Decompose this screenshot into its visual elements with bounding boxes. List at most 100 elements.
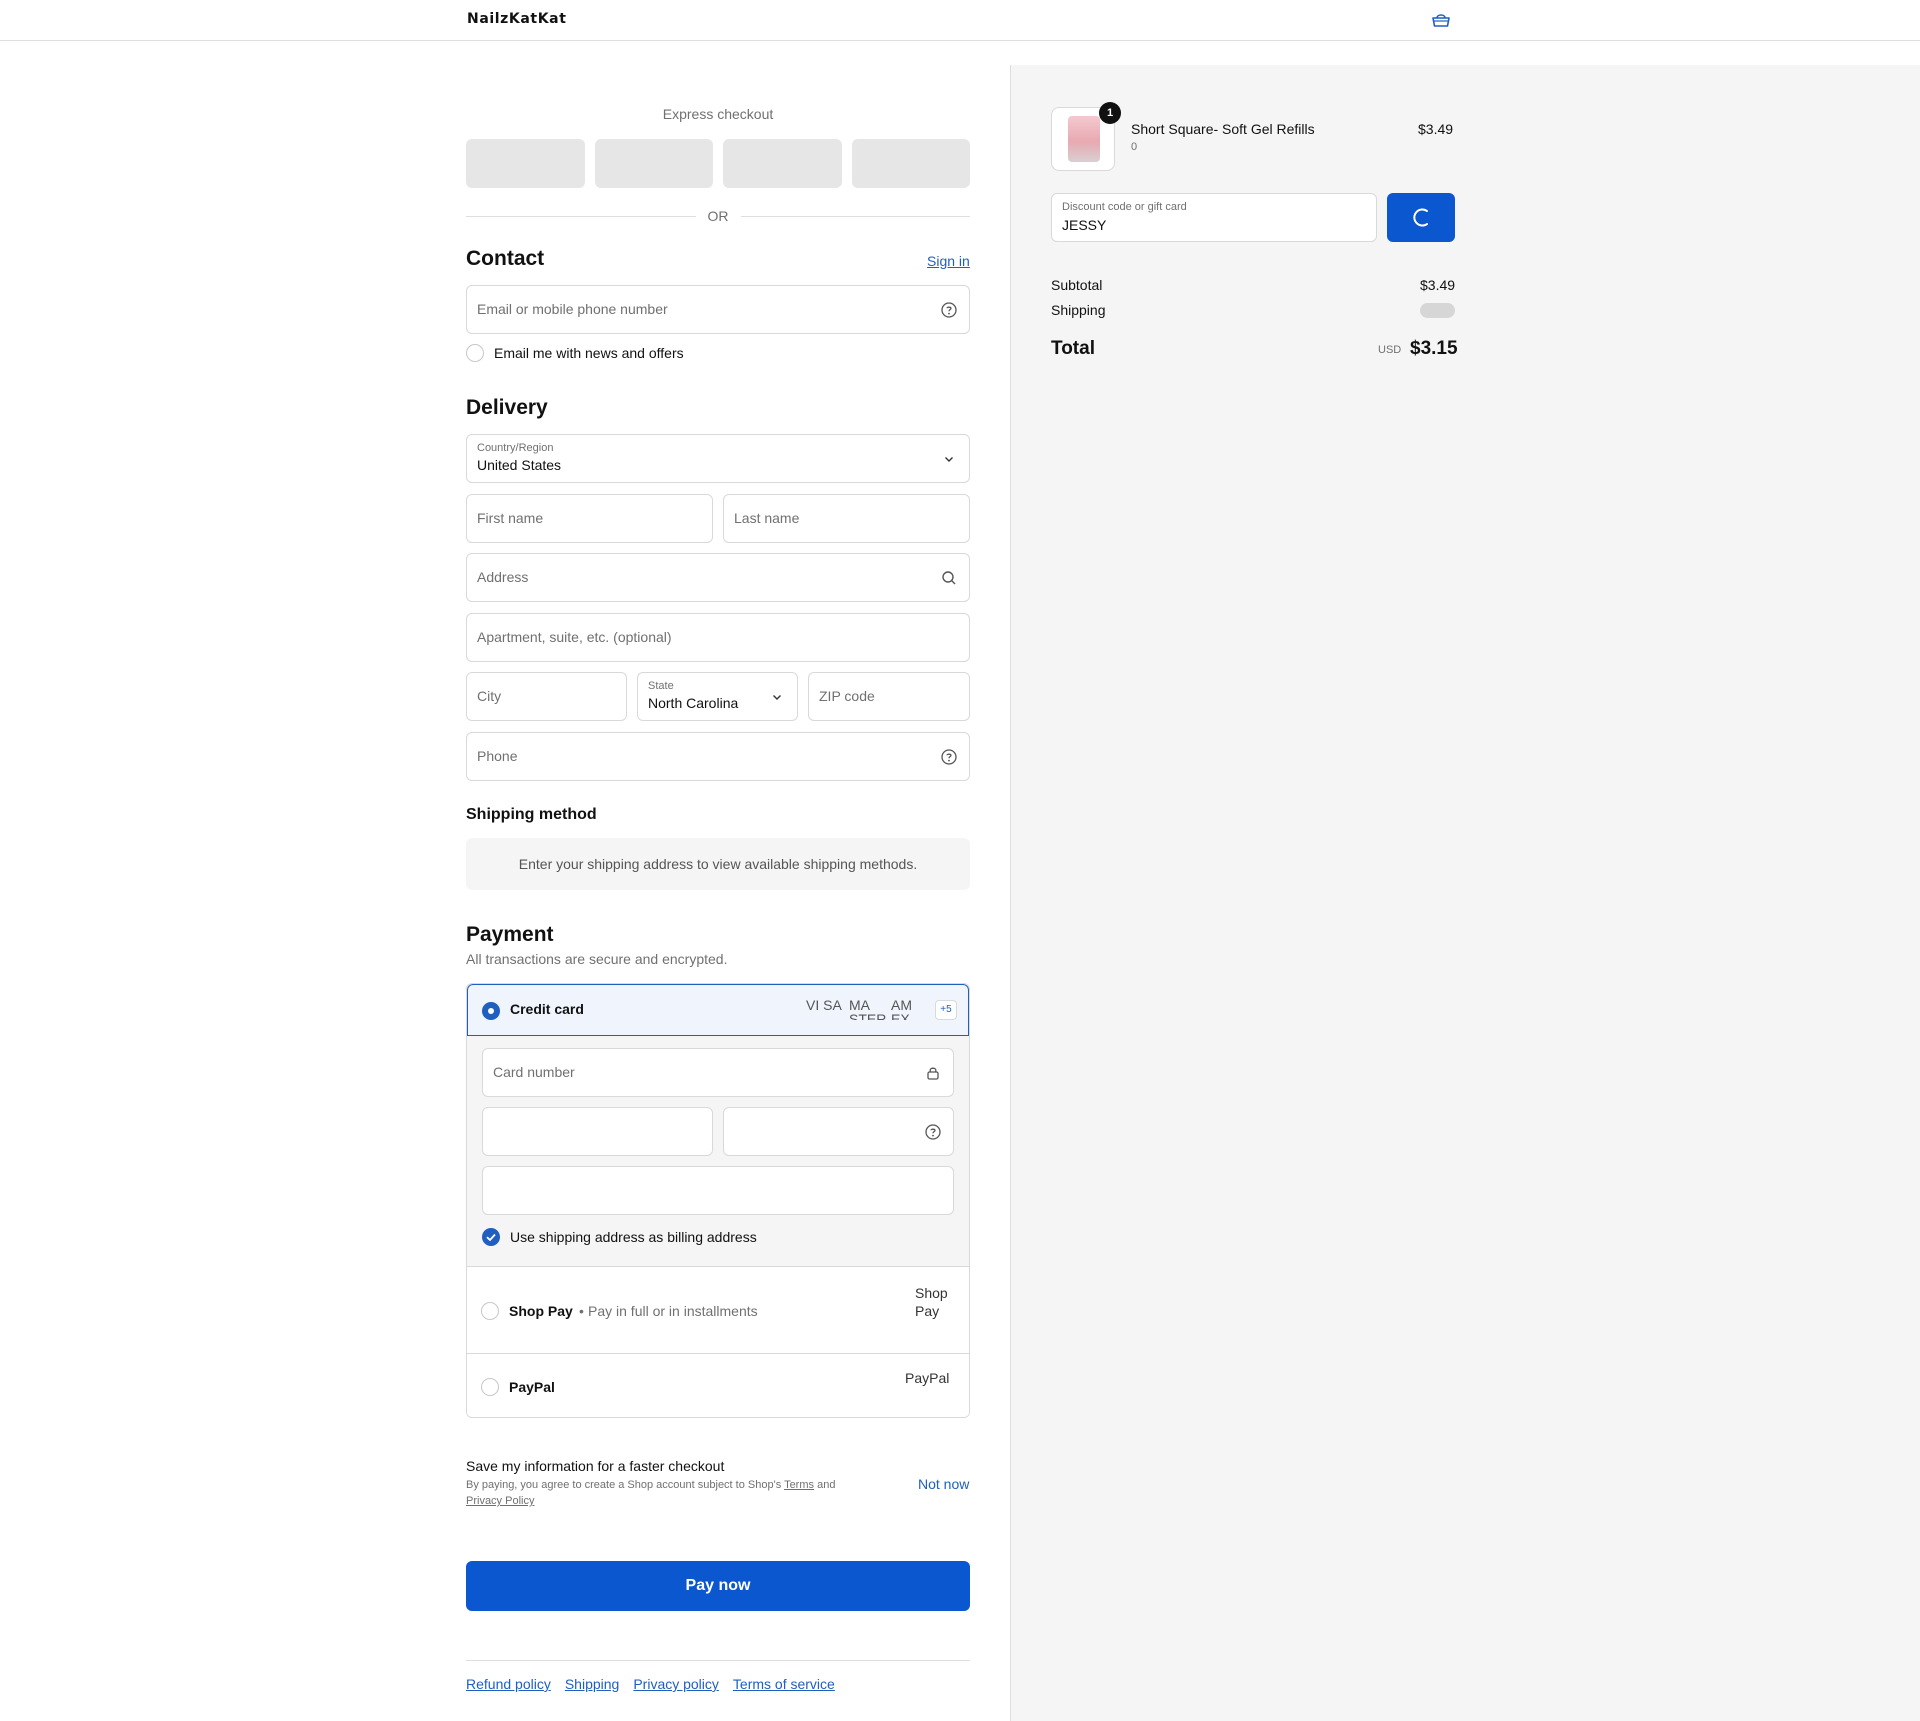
delivery-heading: Delivery (466, 396, 548, 419)
news-label: Email me with news and offers (494, 345, 684, 361)
footer-links: Refund policy Shipping Privacy policy Te… (466, 1676, 835, 1692)
paypal-radio[interactable] (481, 1378, 499, 1396)
express-button-4[interactable] (851, 139, 970, 188)
product-image (1068, 116, 1100, 162)
total-value: $3.15 (1410, 338, 1458, 359)
discount-code-field[interactable]: Discount code or gift card JESSY (1051, 193, 1377, 242)
save-info-title: Save my information for a faster checkou… (466, 1458, 725, 1474)
billing-label: Use shipping address as billing address (510, 1229, 757, 1245)
save-info-text: By paying, you agree to create a Shop ac… (466, 1479, 782, 1491)
or-text: OR (707, 208, 729, 224)
shipping-label: Shipping (1051, 302, 1106, 318)
state-label: State (648, 680, 674, 692)
help-icon[interactable] (940, 301, 958, 319)
store-logo[interactable]: NailzKatKat (467, 11, 567, 27)
product-name: Short Square- Soft Gel Refills (1131, 121, 1315, 137)
credit-card-radio[interactable] (482, 1002, 500, 1020)
shop-terms-link[interactable]: Terms (784, 1479, 814, 1491)
save-info-and: and (817, 1479, 836, 1491)
name-on-card-field[interactable] (482, 1166, 954, 1215)
country-value: United States (477, 457, 562, 473)
spinner-icon (1413, 208, 1428, 227)
refund-policy-link[interactable]: Refund policy (466, 1676, 551, 1692)
shop-privacy-link[interactable]: Privacy Policy (466, 1495, 534, 1507)
shipping-value-loading (1420, 303, 1455, 318)
express-checkout-buttons (466, 139, 970, 188)
lock-icon (924, 1064, 942, 1082)
terms-of-service-link[interactable]: Terms of service (733, 1676, 835, 1692)
last-name-field[interactable]: Last name (723, 494, 970, 543)
news-checkbox[interactable] (466, 344, 484, 362)
address-field[interactable]: Address (466, 553, 970, 602)
visa-logo: VI SA (806, 998, 842, 1013)
security-code-field[interactable] (723, 1107, 954, 1156)
privacy-policy-link[interactable]: Privacy policy (633, 1676, 719, 1692)
express-button-3[interactable] (723, 139, 842, 188)
first-name-placeholder: First name (477, 510, 544, 526)
email-field[interactable]: Email or mobile phone number (466, 285, 970, 334)
state-value: North Carolina (648, 695, 739, 711)
billing-checkbox[interactable] (482, 1228, 500, 1246)
help-icon[interactable] (924, 1123, 942, 1141)
total-label: Total (1051, 338, 1095, 359)
search-icon (940, 569, 958, 587)
chevron-down-icon (768, 688, 786, 706)
pay-now-button[interactable]: Pay now (466, 1561, 970, 1611)
total-currency: USD (1378, 344, 1402, 356)
first-name-field[interactable]: First name (466, 494, 713, 543)
express-button-2[interactable] (594, 139, 713, 188)
payment-methods: Credit card VI SA MA STER AM EX +5 Card … (466, 983, 970, 1418)
last-name-placeholder: Last name (734, 510, 800, 526)
cart-icon[interactable] (1430, 11, 1452, 29)
footer-divider (466, 1660, 970, 1661)
state-select[interactable]: State North Carolina (637, 672, 798, 721)
shipping-method-heading: Shipping method (466, 806, 597, 823)
apartment-field[interactable]: Apartment, suite, etc. (optional) (466, 613, 970, 662)
product-variant: 0 (1131, 141, 1138, 153)
subtotal-label: Subtotal (1051, 277, 1103, 293)
not-now-button[interactable]: Not now (918, 1476, 969, 1492)
header: NailzKatKat (0, 0, 1920, 41)
express-checkout-title: Express checkout (662, 106, 774, 122)
address-placeholder: Address (477, 569, 529, 585)
paypal-option[interactable]: PayPal PayPal (467, 1355, 969, 1417)
shop-pay-logo: Shop Pay (915, 1285, 948, 1319)
contact-heading: Contact (466, 247, 545, 270)
shop-pay-separator: • (579, 1303, 584, 1319)
discount-label: Discount code or gift card (1062, 201, 1187, 213)
country-label: Country/Region (477, 442, 554, 454)
or-divider: OR (466, 207, 970, 225)
shop-pay-option[interactable]: Shop Pay • Pay in full or in installment… (467, 1268, 969, 1354)
credit-card-option[interactable]: Credit card VI SA MA STER AM EX +5 (467, 984, 969, 1036)
city-field[interactable]: City (466, 672, 627, 721)
billing-checkbox-row[interactable]: Use shipping address as billing address (482, 1228, 757, 1246)
order-summary-panel (1010, 65, 1920, 1721)
chevron-down-icon (940, 450, 958, 468)
apply-discount-button[interactable] (1387, 193, 1455, 242)
sign-in-link[interactable]: Sign in (927, 253, 970, 269)
expiry-field[interactable] (482, 1107, 713, 1156)
shop-pay-radio[interactable] (481, 1302, 499, 1320)
product-price: $3.49 (1418, 121, 1454, 137)
shipping-link[interactable]: Shipping (565, 1676, 620, 1692)
express-button-1[interactable] (466, 139, 585, 188)
email-placeholder: Email or mobile phone number (477, 301, 668, 317)
country-select[interactable]: Country/Region United States (466, 434, 970, 483)
zip-field[interactable]: ZIP code (808, 672, 970, 721)
discount-value: JESSY (1062, 217, 1107, 233)
credit-card-label: Credit card (510, 1001, 584, 1017)
payment-heading: Payment (466, 923, 554, 946)
shop-pay-label: Shop Pay (509, 1303, 573, 1319)
news-checkbox-row[interactable]: Email me with news and offers (466, 344, 684, 362)
paypal-logo: PayPal (905, 1370, 950, 1386)
more-cards-badge[interactable]: +5 (935, 1000, 957, 1020)
card-number-field[interactable]: Card number (482, 1048, 954, 1097)
zip-placeholder: ZIP code (819, 688, 875, 704)
phone-placeholder: Phone (477, 748, 518, 764)
help-icon[interactable] (940, 748, 958, 766)
payment-subtitle: All transactions are secure and encrypte… (466, 951, 728, 967)
subtotal-value: $3.49 (1420, 277, 1456, 293)
shipping-method-info: Enter your shipping address to view avai… (466, 838, 970, 890)
phone-field[interactable]: Phone (466, 732, 970, 781)
mastercard-logo: MA STER (849, 998, 887, 1020)
